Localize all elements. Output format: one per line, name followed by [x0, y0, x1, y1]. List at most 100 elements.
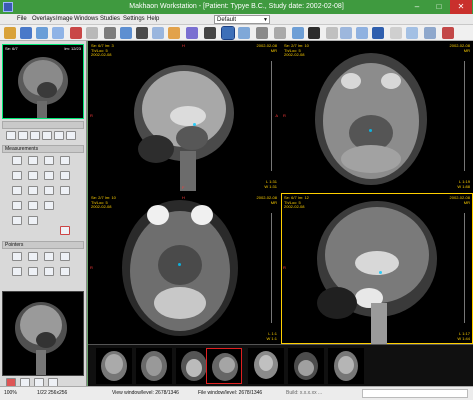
status-view-window-level: View window/level: 2678/1346: [112, 390, 179, 396]
maximize-button[interactable]: □: [428, 0, 450, 14]
viewport-axial-t1[interactable]: Se: 2/7 Im: 10 Th/Loc: 5 2002-02-08 2002…: [281, 41, 473, 192]
layout-icon[interactable]: [221, 26, 235, 40]
ct-tool-icon[interactable]: [12, 201, 22, 210]
pointer-tool-icon-5[interactable]: [12, 267, 22, 276]
delete-icon[interactable]: [70, 27, 82, 39]
clear-icon[interactable]: [390, 27, 402, 39]
pointer-tool-icon-6[interactable]: [28, 267, 38, 276]
zoom-icon[interactable]: [136, 27, 148, 39]
arrow-tool-icon[interactable]: [44, 201, 54, 210]
close-button[interactable]: ✕: [450, 0, 472, 14]
series-thumb-5[interactable]: [248, 348, 284, 384]
menu-windows[interactable]: Windows: [74, 16, 98, 22]
menu-studies[interactable]: Studies: [100, 16, 120, 22]
ellipse-tool-icon[interactable]: [12, 171, 22, 180]
pointer-tool-icon-4[interactable]: [60, 252, 70, 261]
pointer-tool-icon-1[interactable]: [12, 252, 22, 261]
window-level-icon[interactable]: [152, 27, 164, 39]
vp4-tr-line2: MR: [463, 199, 470, 205]
viewport-3-info-tr: 2002-02-08 MR: [257, 195, 277, 205]
thumb-axial-2-image: [294, 352, 318, 380]
vp2-scale-ruler: [464, 61, 465, 171]
series-thumb-1[interactable]: [96, 348, 132, 384]
ruler-tool-icon[interactable]: [12, 156, 22, 165]
angle-tool-icon[interactable]: [28, 156, 38, 165]
import-icon[interactable]: [20, 27, 32, 39]
vp2-orient-left: R: [283, 113, 286, 118]
calibrate-tool-icon[interactable]: [12, 216, 22, 225]
cursor-icon[interactable]: [104, 27, 116, 39]
pointer-tool-icon-3[interactable]: [44, 252, 54, 261]
tab-icon-1[interactable]: [6, 131, 16, 140]
series-icon[interactable]: [292, 27, 304, 39]
vp1-br-line2: W 1:31: [264, 183, 277, 189]
rectangle-tool-icon[interactable]: [28, 171, 38, 180]
menu-image[interactable]: Image: [56, 16, 73, 22]
freehand-tool-icon[interactable]: [60, 171, 70, 180]
status-progress-box: [362, 389, 468, 398]
series-thumb-4-selected[interactable]: [206, 348, 242, 384]
open-folder-icon[interactable]: [4, 27, 16, 39]
series-thumb-7[interactable]: [328, 348, 364, 384]
print-icon[interactable]: [86, 27, 98, 39]
measurements-label: Measurements: [5, 146, 39, 152]
mpr-icon[interactable]: [308, 27, 320, 39]
series-thumb-2[interactable]: [136, 348, 172, 384]
cine-icon[interactable]: [274, 27, 286, 39]
series-preview[interactable]: Se: 6/7 Im: 12/23: [2, 44, 84, 119]
series-thumb-6[interactable]: [288, 348, 324, 384]
rotate-icon[interactable]: [168, 27, 180, 39]
database-icon[interactable]: [36, 27, 48, 39]
export-icon[interactable]: [406, 27, 418, 39]
menu-help[interactable]: Help: [147, 16, 159, 22]
density-tool-icon[interactable]: [12, 186, 22, 195]
cobb-angle-tool-icon[interactable]: [44, 156, 54, 165]
vp4-scale-ruler: [464, 213, 465, 323]
link-icon[interactable]: [356, 27, 368, 39]
exit-icon[interactable]: [442, 27, 454, 39]
volume-tool-icon[interactable]: [60, 186, 70, 195]
vp4-tl-line3: 2002-02-08: [284, 204, 305, 209]
menu-file[interactable]: File: [17, 16, 27, 22]
tab-icon-3[interactable]: [30, 131, 40, 140]
bottom-preview[interactable]: [2, 291, 84, 376]
settings-icon[interactable]: [326, 27, 338, 39]
pointers-label: Pointers: [5, 242, 24, 248]
menu-overlays[interactable]: Overlays: [32, 16, 56, 22]
thumb-coronal-image: [101, 351, 127, 381]
menu-bar: File Overlays Image Windows Studies Sett…: [0, 14, 473, 25]
tab-icon-5[interactable]: [54, 131, 64, 140]
magnifier-icon[interactable]: [204, 27, 216, 39]
pointer-tool-icon-8[interactable]: [60, 267, 70, 276]
invert-icon[interactable]: [256, 27, 268, 39]
compare-icon[interactable]: [340, 27, 352, 39]
delete-measurement-icon[interactable]: [60, 226, 70, 235]
grid-icon[interactable]: [238, 27, 250, 39]
tab-icon-4[interactable]: [42, 131, 52, 140]
report-icon[interactable]: [424, 27, 436, 39]
mri-sagittal-t2-image: [317, 201, 437, 344]
area-tool-icon[interactable]: [60, 156, 70, 165]
polygon-tool-icon[interactable]: [44, 171, 54, 180]
preset-dropdown[interactable]: Default ▼: [214, 15, 270, 24]
pointer-tool-icon-2[interactable]: [28, 252, 38, 261]
minimize-button[interactable]: –: [406, 0, 428, 14]
tab-icon-2[interactable]: [18, 131, 28, 140]
tab-icon-6[interactable]: [66, 131, 76, 140]
thumb-skull-image: [254, 351, 278, 379]
pointer-tool-icon-7[interactable]: [44, 267, 54, 276]
cd-icon[interactable]: [52, 27, 64, 39]
viewport-sagittal-t1[interactable]: Se: 6/7 Im: 3 Th/Loc: 5 2002-02-08 2002-…: [88, 41, 280, 192]
spline-tool-icon[interactable]: [28, 216, 38, 225]
viewport-sagittal-t2[interactable]: Se: 6/7 Im: 12 Th/Loc: 5 2002-02-08 2002…: [281, 193, 473, 344]
histogram-tool-icon[interactable]: [44, 186, 54, 195]
text-tool-icon[interactable]: [28, 201, 38, 210]
app-window: Makhaon Workstation - [Patient: Typye B.…: [0, 0, 473, 400]
hand-icon[interactable]: [120, 27, 132, 39]
profile-tool-icon[interactable]: [28, 186, 38, 195]
left-panel: Se: 6/7 Im: 12/23 Measurements Pointers: [0, 41, 87, 387]
viewport-axial-t2[interactable]: Se: 2/7 Im: 10 Th/Loc: 5 2002-02-08 2002…: [88, 193, 280, 344]
flip-icon[interactable]: [186, 27, 198, 39]
menu-settings[interactable]: Settings: [123, 16, 145, 22]
sync-icon[interactable]: [372, 27, 384, 39]
